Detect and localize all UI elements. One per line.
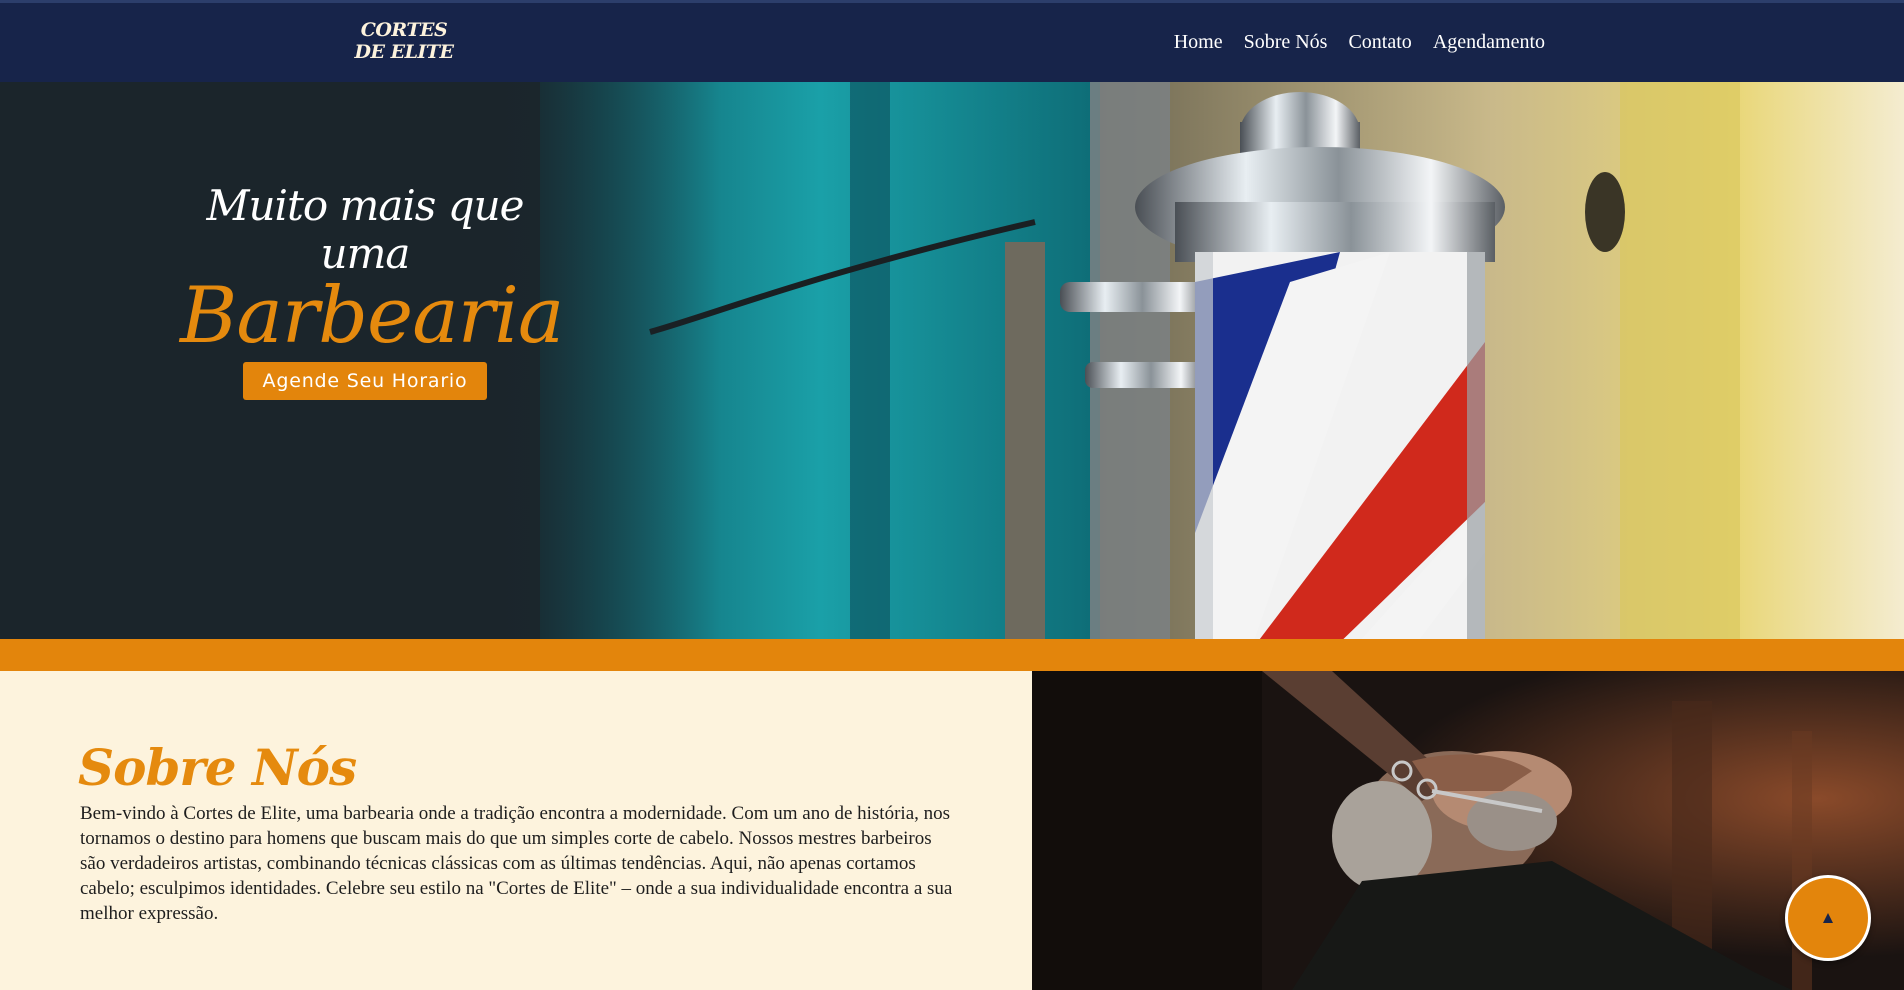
- hero-subtitle: Muito mais que uma: [206, 181, 525, 278]
- hero-headline: Muito mais que uma Barbearia Agende Seu …: [180, 181, 564, 400]
- scroll-to-top-button[interactable]: [1785, 875, 1871, 961]
- arrow-up-icon: [1823, 913, 1833, 923]
- hero-section: Muito mais que uma Barbearia Agende Seu …: [0, 82, 1904, 639]
- schedule-appointment-button[interactable]: Agende Seu Horario: [242, 362, 488, 400]
- nav-about-link[interactable]: Sobre Nós: [1244, 31, 1328, 54]
- barber-photo-image: [1032, 671, 1904, 990]
- accent-divider: [0, 639, 1904, 671]
- nav-home-link[interactable]: Home: [1174, 31, 1223, 54]
- about-title: Sobre Nós: [78, 738, 357, 797]
- hero-title: Barbearia: [180, 271, 564, 361]
- barber-photo: [1032, 671, 1904, 990]
- navbar: CORTES DE ELITE Home Sobre Nós Contato A…: [0, 0, 1904, 82]
- nav-scheduling-link[interactable]: Agendamento: [1433, 31, 1545, 54]
- about-section: Sobre Nós Bem-vindo à Cortes de Elite, u…: [0, 671, 1032, 990]
- nav-menu: Home Sobre Nós Contato Agendamento: [1174, 31, 1545, 54]
- about-description: Bem-vindo à Cortes de Elite, uma barbear…: [80, 803, 953, 924]
- nav-contact-link[interactable]: Contato: [1348, 31, 1411, 54]
- brand-logo[interactable]: CORTES DE ELITE: [352, 19, 456, 63]
